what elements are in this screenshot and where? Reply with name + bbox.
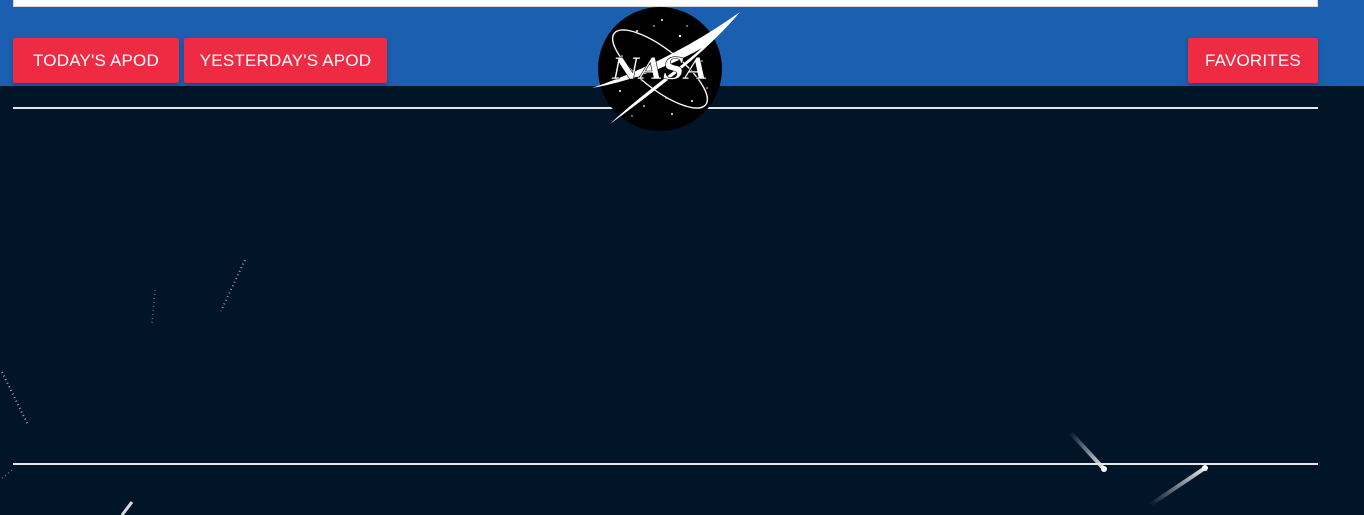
nasa-wordmark: NASA bbox=[611, 52, 708, 87]
scrollbar-gutter bbox=[1347, 0, 1364, 86]
meteor-trail bbox=[151, 289, 156, 325]
favorites-button[interactable]: FAVORITES bbox=[1188, 38, 1318, 83]
meteor-head bbox=[1101, 466, 1107, 472]
meteor-trail bbox=[0, 469, 13, 481]
meteor-trail bbox=[1, 371, 29, 426]
page: TODAY'S APOD YESTERDAY'S APOD FAVORITES … bbox=[0, 0, 1364, 515]
nasa-logo-icon[interactable]: NASA bbox=[592, 6, 742, 134]
meteor-trail bbox=[120, 501, 134, 515]
meteor-trail bbox=[1148, 466, 1207, 507]
yesterdays-apod-button[interactable]: YESTERDAY'S APOD bbox=[184, 38, 387, 83]
meteor-head bbox=[1202, 465, 1208, 471]
divider-bottom bbox=[13, 463, 1318, 465]
meteor-trail bbox=[220, 259, 246, 312]
todays-apod-button[interactable]: TODAY'S APOD bbox=[13, 38, 179, 83]
nasa-logo-graphic: NASA bbox=[592, 7, 740, 131]
